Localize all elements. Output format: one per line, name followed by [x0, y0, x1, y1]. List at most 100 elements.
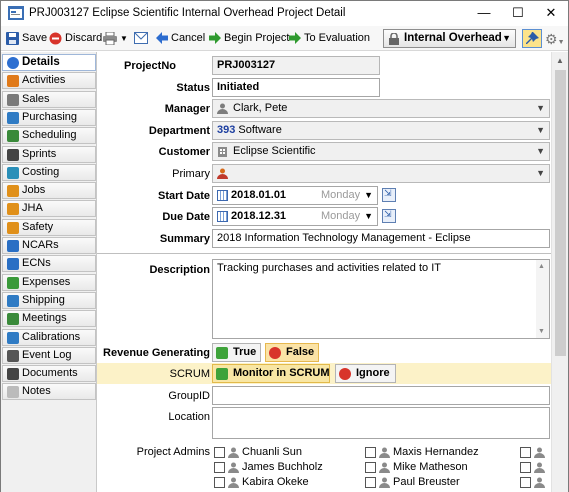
customer-select[interactable]: Eclipse Scientific ▼	[212, 142, 550, 161]
sidebar-tab-ecns[interactable]: ECNs	[2, 255, 96, 273]
department-name: Software	[238, 124, 282, 136]
admin-name: Paul Breuster	[393, 476, 460, 488]
person-icon	[534, 477, 545, 488]
arrow-right-icon	[289, 32, 301, 45]
sidebar-tab-ncars[interactable]: NCARs	[2, 237, 96, 254]
admin-checkbox[interactable]	[365, 477, 376, 488]
scrum-ignore-label: Ignore	[356, 367, 390, 379]
admin-checkbox[interactable]	[365, 462, 376, 473]
sidebar-tab-event-log[interactable]: Event Log	[2, 346, 96, 364]
location-field[interactable]	[212, 407, 550, 439]
customer-value: Eclipse Scientific	[233, 145, 316, 157]
scroll-thumb[interactable]	[555, 70, 566, 356]
manager-select[interactable]: Clark, Pete ▼	[212, 99, 550, 118]
admin-checkbox[interactable]	[520, 462, 531, 473]
sidebar-tab-sprints[interactable]: Sprints	[2, 145, 96, 163]
admin-checkbox[interactable]	[520, 477, 531, 488]
window-title: PRJ003127 Eclipse Scientific Internal Ov…	[29, 7, 346, 19]
print-button[interactable]: ▼	[103, 30, 128, 47]
sidebar-tab-safety[interactable]: Safety	[2, 218, 96, 236]
admin-checkbox[interactable]	[365, 447, 376, 458]
to-evaluation-button[interactable]: To Evaluation	[289, 30, 370, 47]
admin-checkbox[interactable]	[214, 462, 225, 473]
sidebar-tab-shipping[interactable]: Shipping	[2, 291, 96, 309]
person-icon	[379, 477, 390, 488]
revenue-true-button[interactable]: True	[212, 343, 261, 362]
jobs-icon	[7, 185, 19, 198]
project-no-field: PRJ003127	[212, 56, 380, 75]
sidebar-tab-jobs[interactable]: Jobs	[2, 182, 96, 200]
department-label: Department	[148, 125, 210, 137]
calibrations-icon	[7, 331, 19, 344]
info-icon	[7, 57, 19, 69]
start-date-value: 2018.01.01	[231, 189, 287, 201]
pin-button[interactable]	[522, 29, 542, 48]
person-icon	[228, 447, 239, 458]
ecns-icon	[7, 258, 19, 271]
sidebar-tab-activities[interactable]: Activities	[2, 72, 96, 90]
sidebar-tab-label: Sprints	[22, 147, 57, 160]
main-scrollbar[interactable]: ▲	[551, 52, 568, 492]
sidebar-tab-details[interactable]: Details	[2, 54, 96, 71]
chevron-down-icon: ▼	[502, 33, 511, 43]
primary-contact-select[interactable]: ▼	[212, 164, 550, 183]
revenue-true-label: True	[233, 346, 257, 358]
chevron-down-icon: ▼	[536, 146, 545, 156]
scrum-ignore-button[interactable]: Ignore	[335, 364, 396, 383]
manager-value: Clark, Pete	[233, 102, 288, 114]
sidebar-tab-meetings[interactable]: Meetings	[2, 310, 96, 328]
start-date-picker[interactable]: 2018.01.01 Monday ▼	[212, 186, 378, 205]
discard-button[interactable]: Discard	[49, 30, 102, 47]
admin-checkbox[interactable]	[214, 477, 225, 488]
close-button[interactable]: ✕	[534, 1, 568, 26]
manager-label: Manager	[164, 103, 210, 115]
sidebar-tab-purchasing[interactable]: Purchasing	[2, 108, 96, 126]
department-select[interactable]: 393 Software ▼	[212, 121, 550, 140]
lock-icon	[389, 33, 399, 45]
save-button[interactable]: Save	[6, 30, 47, 47]
monitor-in-scrum-button[interactable]: Monitor in SCRUM	[212, 364, 330, 383]
calendar-arrow-icon: ⇲	[384, 209, 392, 219]
toolbar: Save Discard ▼ Cancel Begin Project To E…	[1, 26, 568, 51]
due-date-calendar-button[interactable]: ⇲	[382, 209, 396, 223]
monitor-in-scrum-label: Monitor in SCRUM	[233, 367, 330, 379]
description-field[interactable]: Tracking purchases and activities relate…	[212, 259, 550, 339]
minimize-button[interactable]: —	[467, 1, 501, 26]
admin-checkbox[interactable]	[520, 447, 531, 458]
scheduling-icon	[7, 130, 19, 143]
settings-button[interactable]: ⚙▼	[545, 31, 565, 48]
status-field[interactable]: Initiated	[212, 78, 380, 97]
admin-checkbox[interactable]	[214, 447, 225, 458]
scroll-up-icon[interactable]: ▲	[556, 56, 564, 65]
sidebar-tab-sales[interactable]: Sales	[2, 90, 96, 108]
group-id-label: GroupID	[168, 390, 210, 402]
sidebar-tab-costing[interactable]: Costing	[2, 163, 96, 181]
summary-field[interactable]: 2018 Information Technology Management -…	[212, 229, 550, 248]
meetings-icon	[7, 313, 19, 326]
sidebar-tab-expenses[interactable]: Expenses	[2, 273, 96, 291]
details-panel: ProjectNo PRJ003127 Status Initiated Man…	[97, 52, 551, 492]
group-id-field[interactable]	[212, 386, 550, 405]
description-scrollbar[interactable]: ▲ ▼	[536, 260, 549, 338]
company-icon	[218, 147, 227, 157]
sidebar-tab-documents[interactable]: Documents	[2, 365, 96, 383]
sidebar-tab-jha[interactable]: JHA	[2, 200, 96, 218]
sidebar-tab-label: Scheduling	[22, 129, 77, 142]
begin-project-button[interactable]: Begin Project	[209, 30, 289, 47]
project-mode-select[interactable]: Internal Overhead ▼	[383, 29, 516, 48]
email-button[interactable]	[134, 30, 151, 47]
sidebar-tab-scheduling[interactable]: Scheduling	[2, 127, 96, 145]
purchasing-icon	[7, 111, 19, 124]
revenue-false-button[interactable]: False	[265, 343, 319, 362]
due-date-picker[interactable]: 2018.12.31 Monday ▼	[212, 207, 378, 226]
sidebar-tab-label: JHA	[22, 202, 43, 215]
gear-icon: ⚙	[545, 31, 558, 47]
maximize-button[interactable]: ☐	[501, 1, 535, 26]
cancel-button[interactable]: Cancel	[156, 30, 205, 47]
admin-name: Chuanli Sun	[242, 446, 302, 458]
save-label: Save	[22, 32, 48, 44]
chevron-down-icon: ▼	[557, 39, 565, 46]
sidebar-tab-calibrations[interactable]: Calibrations	[2, 328, 96, 346]
sidebar-tab-notes[interactable]: Notes	[2, 383, 96, 401]
start-date-calendar-button[interactable]: ⇲	[382, 188, 396, 202]
